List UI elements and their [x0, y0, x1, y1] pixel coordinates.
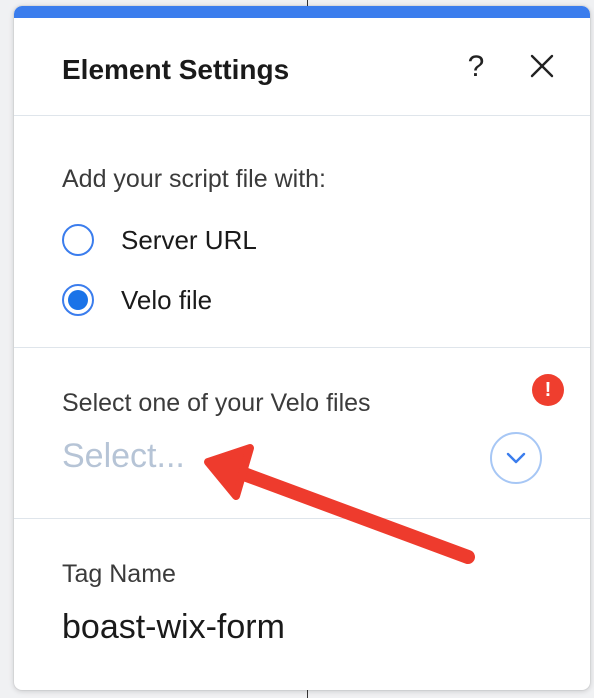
error-icon: !	[532, 374, 564, 406]
close-button[interactable]	[528, 52, 556, 80]
radio-selected-dot	[68, 290, 88, 310]
panel-header: Element Settings ?	[14, 6, 590, 116]
script-source-label: Add your script file with:	[62, 165, 326, 193]
dropdown-toggle-button[interactable]	[490, 432, 542, 484]
radio-button-selected[interactable]	[62, 284, 94, 316]
close-icon	[530, 54, 554, 78]
radio-button-unselected[interactable]	[62, 224, 94, 256]
script-source-section: Add your script file with: Server URL Ve…	[14, 116, 590, 348]
panel-title: Element Settings	[62, 54, 290, 85]
radio-label-server-url: Server URL	[121, 224, 257, 255]
help-button[interactable]: ?	[462, 50, 490, 84]
velo-file-select[interactable]: Select...	[62, 436, 185, 476]
radio-velo-file[interactable]: Velo file	[62, 282, 212, 318]
tag-name-value[interactable]: boast-wix-form	[62, 607, 285, 647]
chevron-down-icon	[506, 452, 526, 464]
tag-name-section: Tag Name boast-wix-form	[14, 519, 590, 690]
radio-label-velo-file: Velo file	[121, 284, 213, 315]
tag-name-label: Tag Name	[62, 560, 176, 588]
element-settings-panel: Element Settings ? Add your script file …	[14, 6, 590, 690]
velo-file-section: Select one of your Velo files ! Select..…	[14, 348, 590, 519]
velo-file-label: Select one of your Velo files	[62, 389, 371, 417]
radio-server-url[interactable]: Server URL	[62, 222, 257, 258]
